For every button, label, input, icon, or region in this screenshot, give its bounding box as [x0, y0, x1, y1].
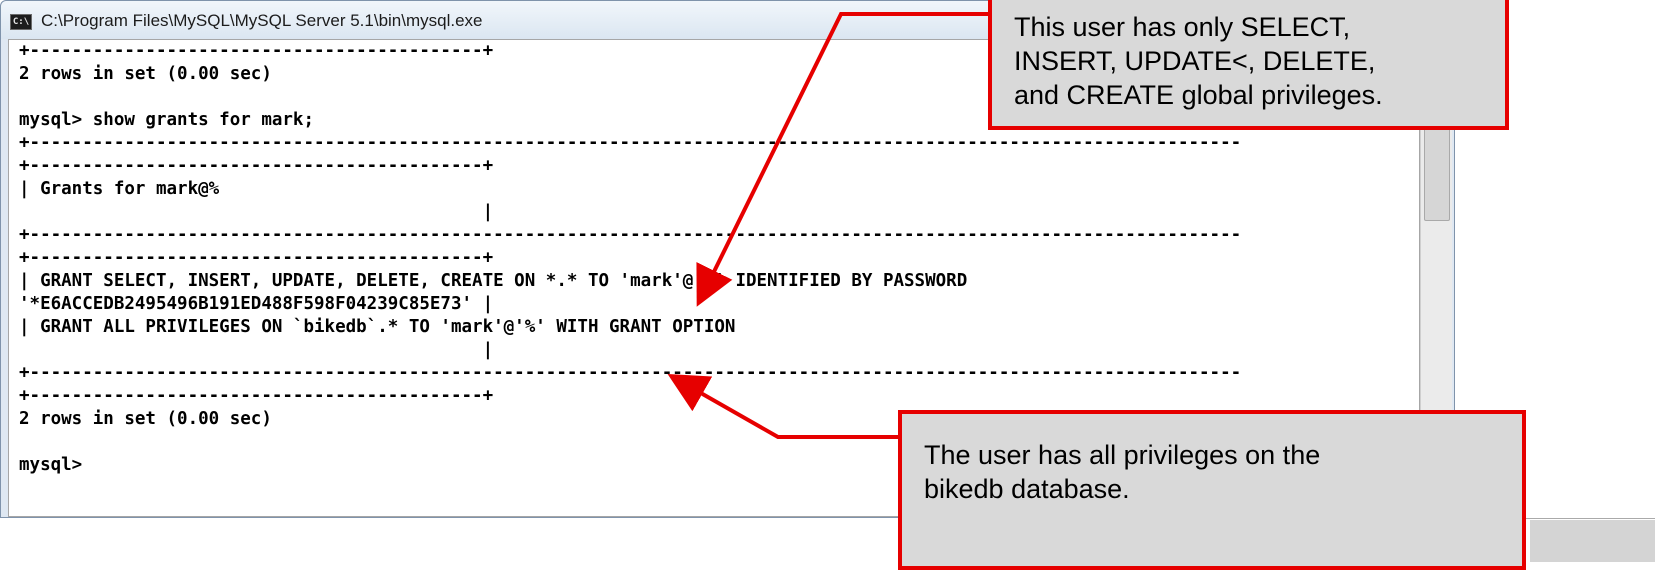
- console-line: +---------------------------------------…: [19, 156, 494, 176]
- console-line: 2 rows in set (0.00 sec): [19, 64, 272, 84]
- callout-line: bikedb database.: [924, 474, 1130, 504]
- callout-line: INSERT, UPDATE<, DELETE,: [1014, 46, 1376, 76]
- console-line: | Grants for mark@%: [19, 179, 220, 199]
- callout-global-privileges: This user has only SELECT, INSERT, UPDAT…: [988, 0, 1509, 130]
- console-line: | GRANT ALL PRIVILEGES ON `bikedb`.* TO …: [19, 317, 736, 337]
- console-line: +---------------------------------------…: [19, 133, 1242, 153]
- console-line: +---------------------------------------…: [19, 386, 494, 406]
- console-app-icon[interactable]: C:\: [10, 14, 32, 30]
- callout-bikedb-privileges: The user has all privileges on the biked…: [898, 410, 1526, 570]
- background-panel: [1530, 520, 1655, 562]
- callout-line: and CREATE global privileges.: [1014, 80, 1383, 110]
- console-line: +---------------------------------------…: [19, 41, 494, 61]
- console-line: mysql>: [19, 455, 83, 475]
- console-line: +---------------------------------------…: [19, 363, 1242, 383]
- console-line: '*E6ACCEDB2495496B191ED488F598F04239C85E…: [19, 294, 494, 314]
- callout-line: The user has all privileges on the: [924, 440, 1321, 470]
- callout-line: This user has only SELECT,: [1014, 12, 1351, 42]
- console-line: |: [19, 340, 494, 360]
- console-line: +---------------------------------------…: [19, 248, 494, 268]
- console-line: |: [19, 202, 494, 222]
- console-line: mysql> show grants for mark;: [19, 110, 315, 130]
- console-line: | GRANT SELECT, INSERT, UPDATE, DELETE, …: [19, 271, 968, 291]
- console-line: +---------------------------------------…: [19, 225, 1242, 245]
- window-title: C:\Program Files\MySQL\MySQL Server 5.1\…: [41, 11, 483, 30]
- console-line: 2 rows in set (0.00 sec): [19, 409, 272, 429]
